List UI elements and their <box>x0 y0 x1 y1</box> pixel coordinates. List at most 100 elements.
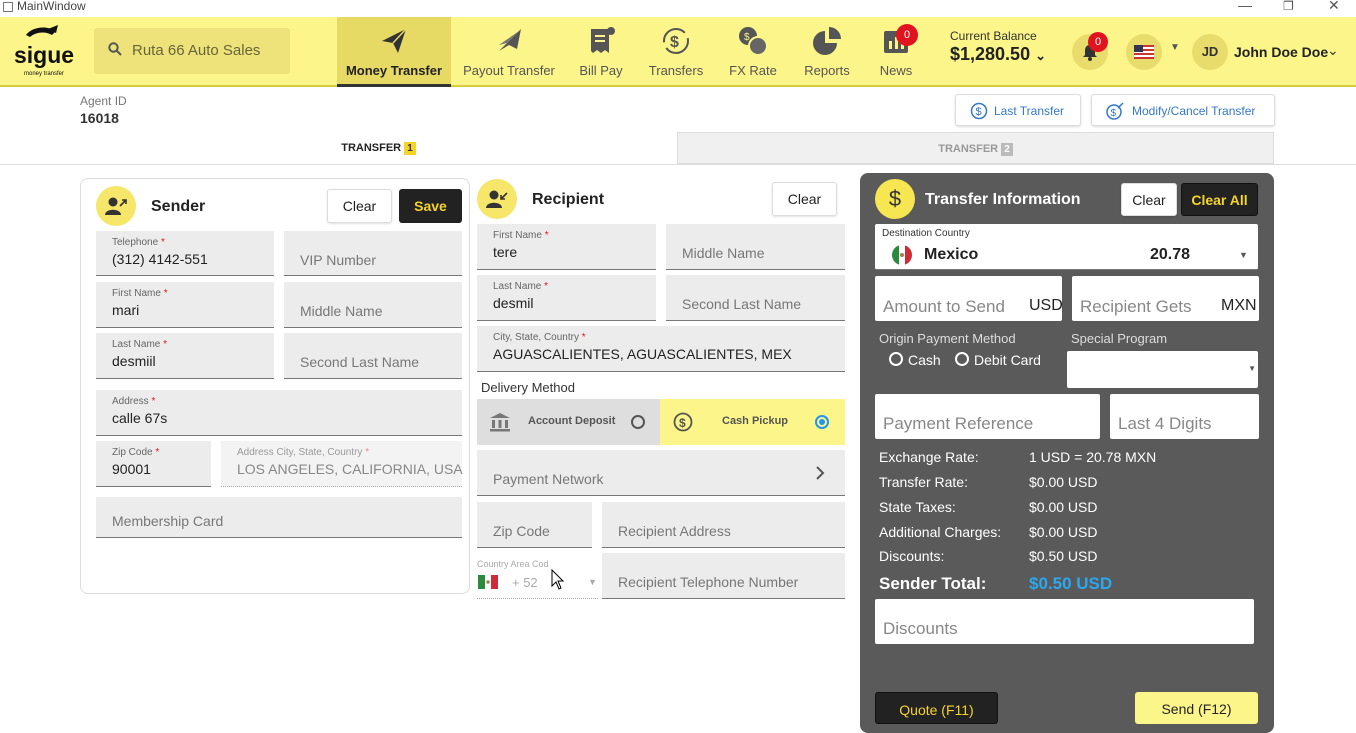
nav-label: Payout Transfer <box>463 63 555 78</box>
sender-clear-button[interactable]: Clear <box>327 189 392 223</box>
clear-all-button[interactable]: Clear All <box>1181 183 1258 216</box>
search-input[interactable]: Ruta 66 Auto Sales <box>132 42 260 59</box>
recipient-zip-field[interactable]: Zip Code <box>477 502 592 548</box>
field-label: Address <box>112 396 149 407</box>
recipient-middle-name-field[interactable]: Middle Name <box>666 224 845 270</box>
sender-save-button[interactable]: Save <box>399 189 462 223</box>
sender-vip-field[interactable]: VIP Number <box>284 231 462 276</box>
recipient-phone-field[interactable]: Recipient Telephone Number <box>602 553 845 599</box>
payment-reference-field[interactable]: Payment Reference <box>875 394 1100 439</box>
recipient-second-last-name-field[interactable]: Second Last Name <box>666 275 845 321</box>
delivery-cash-pickup[interactable]: $ Cash Pickup <box>660 399 845 445</box>
recipient-gets-field[interactable]: Recipient Gets MXN <box>1072 276 1259 321</box>
nav-news[interactable]: 0 News <box>874 17 918 87</box>
app-icon <box>3 2 13 12</box>
special-program-select[interactable]: ▼ <box>1067 351 1258 388</box>
notifications-button[interactable]: 0 <box>1072 32 1108 70</box>
recipient-address-field[interactable]: Recipient Address <box>602 502 845 548</box>
radio-debit-card[interactable] <box>955 352 969 366</box>
nav-money-transfer[interactable]: Money Transfer <box>337 17 451 87</box>
paper-plane-tilted-icon <box>499 29 521 51</box>
field-value: desmiil <box>112 353 156 369</box>
country-code-value: + 52 <box>512 575 538 590</box>
field-value: (312) 4142-551 <box>112 251 208 267</box>
transfer-rate-value: $0.00 USD <box>1029 474 1098 490</box>
chevron-right-icon <box>816 466 825 480</box>
radio-account-deposit[interactable] <box>631 415 645 429</box>
field-placeholder: Zip Code <box>493 523 550 539</box>
nav-label: News <box>879 63 913 78</box>
caret-down-icon: ▼ <box>1248 364 1256 373</box>
nav-payout-transfer[interactable]: Payout Transfer <box>459 17 559 87</box>
field-label: Destination Country <box>882 228 970 239</box>
exchange-rate-value: 1 USD = 20.78 MXN <box>1029 449 1157 465</box>
field-label: City, State, Country <box>493 332 579 343</box>
discounts-label: Discounts: <box>879 548 945 564</box>
nav-reports[interactable]: Reports <box>800 17 854 87</box>
payment-network-field[interactable]: Payment Network <box>477 450 845 496</box>
minimize-icon[interactable]: — <box>1238 0 1252 13</box>
nav-transfers[interactable]: $ Transfers <box>646 17 706 87</box>
amount-to-send-field[interactable]: Amount to Send USD <box>875 276 1063 321</box>
delivery-account-deposit[interactable]: Account Deposit <box>477 399 660 445</box>
sender-second-last-name-field[interactable]: Second Last Name <box>284 333 462 379</box>
field-placeholder: Payment Network <box>493 471 604 487</box>
send-button[interactable]: Send (F12) <box>1135 692 1258 724</box>
news-badge: 0 <box>896 24 918 46</box>
agent-id-value: 16018 <box>80 110 119 126</box>
tab-transfer-2[interactable]: TRANSFER 2 <box>677 132 1274 164</box>
window-title: MainWindow <box>17 0 86 13</box>
destination-country-value: Mexico <box>924 246 979 263</box>
close-icon[interactable]: ✕ <box>1328 0 1340 14</box>
radio-cash[interactable] <box>889 352 903 366</box>
sender-first-name-field[interactable]: First Name * mari <box>96 282 274 328</box>
transfer-title: Transfer Information <box>925 191 1081 208</box>
recipient-clear-button[interactable]: Clear <box>772 182 837 216</box>
country-code-select[interactable]: Country Area Cod + 52 ▼ <box>477 558 598 599</box>
recipient-last-name-field[interactable]: Last Name * desmil <box>477 275 656 321</box>
option-label: Cash <box>908 352 941 368</box>
svg-text:$: $ <box>976 106 982 118</box>
agent-search-box[interactable]: Ruta 66 Auto Sales <box>94 28 290 74</box>
transfer-tabs: TRANSFER 1 TRANSFER 2 <box>80 132 1274 164</box>
user-name[interactable]: John Doe Doe <box>1234 44 1328 60</box>
sender-membership-field[interactable]: Membership Card <box>96 497 462 538</box>
tab-transfer-1[interactable]: TRANSFER 1 <box>80 132 677 164</box>
nav-bill-pay[interactable]: Bill Pay <box>573 17 629 87</box>
option-label: Debit Card <box>974 352 1041 368</box>
sender-telephone-field[interactable]: Telephone * (312) 4142-551 <box>96 231 274 276</box>
last-4-digits-field[interactable]: Last 4 Digits <box>1110 394 1259 439</box>
top-navbar: sigue money transfer Ruta 66 Auto Sales … <box>0 17 1356 87</box>
discounts-field[interactable]: Discounts <box>875 599 1254 644</box>
avatar[interactable]: JD <box>1192 34 1228 70</box>
radio-cash-pickup[interactable] <box>815 415 829 429</box>
sender-total-label: Sender Total: <box>879 574 987 593</box>
nav-label: Transfers <box>648 63 704 78</box>
svg-text:$: $ <box>744 32 750 43</box>
last-transfer-button[interactable]: $ Last Transfer <box>955 94 1081 126</box>
dollar-cycle-icon: $ <box>663 28 689 54</box>
sender-middle-name-field[interactable]: Middle Name <box>284 282 462 328</box>
dollar-coin-icon: $ <box>673 412 693 432</box>
field-placeholder: Payment Reference <box>883 414 1034 433</box>
current-balance[interactable]: Current Balance $1,280.50 ⌄ <box>950 29 1046 65</box>
field-value: 90001 <box>112 461 151 477</box>
destination-country-select[interactable]: Destination Country Mexico 20.78 ▼ <box>875 224 1258 270</box>
recipient-city-field[interactable]: City, State, Country * AGUASCALIENTES, A… <box>477 326 845 372</box>
nav-fx-rate[interactable]: $ FX Rate <box>724 17 782 87</box>
sender-address-field[interactable]: Address * calle 67s <box>96 390 462 436</box>
sender-last-name-field[interactable]: Last Name * desmiil <box>96 333 274 379</box>
modify-cancel-button[interactable]: $ Modify/Cancel Transfer <box>1091 94 1275 126</box>
currency-code: MXN <box>1221 297 1257 314</box>
field-label: Telephone <box>112 237 159 248</box>
transfer-clear-button[interactable]: Clear <box>1121 183 1177 216</box>
recipient-first-name-field[interactable]: First Name * tere <box>477 224 656 270</box>
sender-zip-field[interactable]: Zip Code * 90001 <box>96 441 211 487</box>
quote-button[interactable]: Quote (F11) <box>875 692 998 724</box>
balance-value: $1,280.50 <box>950 44 1031 64</box>
field-value: mari <box>112 302 140 318</box>
language-button[interactable] <box>1126 34 1162 70</box>
chevron-down-icon[interactable]: ⌄ <box>1327 42 1339 59</box>
restore-icon[interactable]: ❐ <box>1283 0 1294 13</box>
caret-down-icon[interactable]: ▼ <box>1170 42 1180 53</box>
